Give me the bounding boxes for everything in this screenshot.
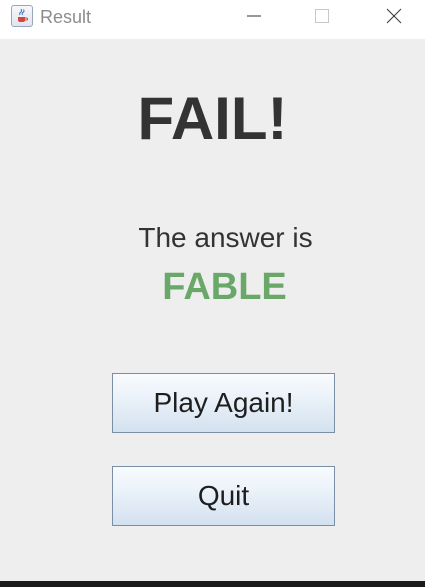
answer-label: The answer is — [138, 222, 313, 253]
play-again-button[interactable]: Play Again! — [112, 373, 335, 433]
close-icon — [386, 8, 402, 24]
answer-word: FABLE — [162, 266, 287, 308]
title-bar[interactable]: Result — [0, 0, 425, 39]
close-button[interactable] — [371, 0, 417, 32]
result-panel: FAIL! The answer is FABLE Play Again! Qu… — [0, 39, 425, 581]
taskbar-edge — [0, 581, 425, 587]
maximize-button[interactable] — [299, 0, 345, 32]
maximize-icon — [315, 9, 329, 23]
result-headline: FAIL! — [137, 85, 288, 152]
java-cup-icon — [11, 5, 33, 27]
window-title: Result — [40, 7, 92, 27]
minimize-button[interactable] — [231, 0, 277, 32]
quit-button[interactable]: Quit — [112, 466, 335, 526]
minimize-icon — [247, 15, 261, 17]
